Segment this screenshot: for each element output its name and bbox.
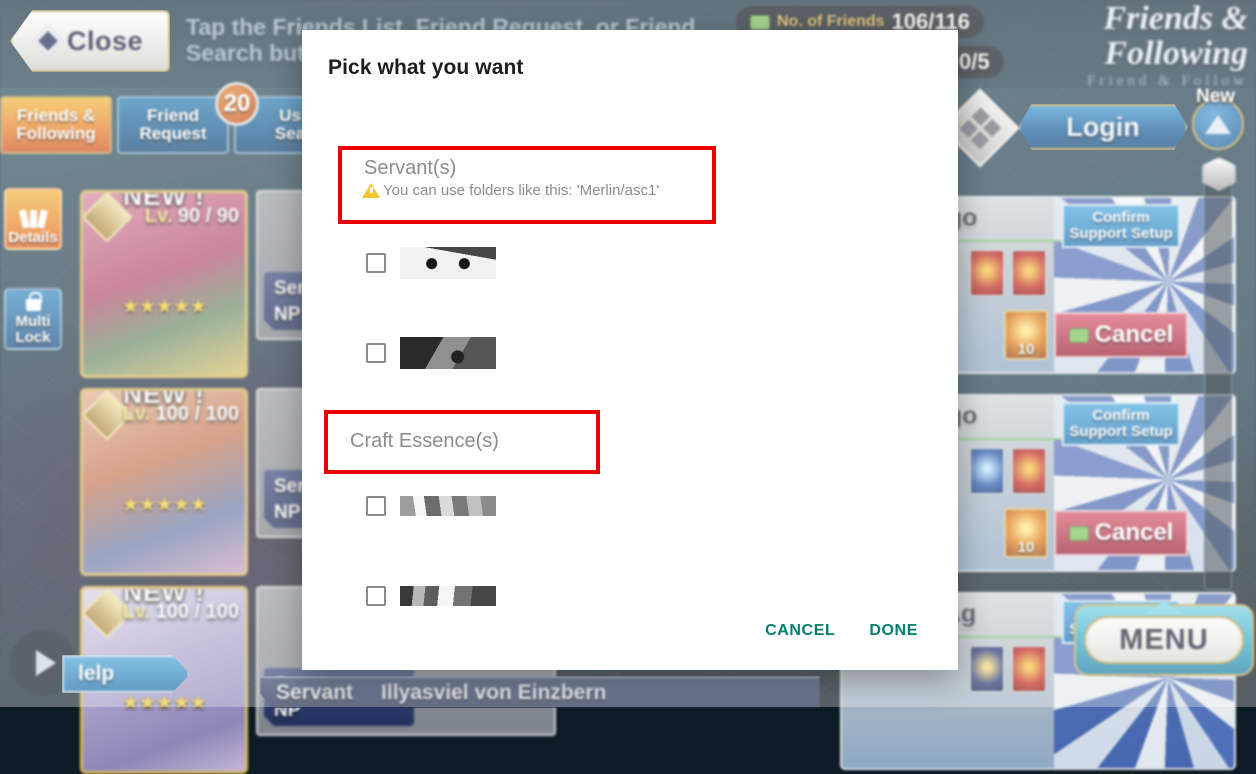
craft-essence-thumbnail: [400, 496, 496, 516]
servant-checkbox[interactable]: [366, 253, 386, 273]
craft-essence-section-label: Craft Essence(s): [328, 414, 596, 454]
servant-section-label: Servant(s): [342, 150, 712, 181]
pick-what-you-want-dialog: Pick what you want Servant(s) You can us…: [302, 30, 958, 670]
dialog-actions: CANCEL DONE: [302, 614, 958, 670]
craft-essence-section-highlight: Craft Essence(s): [324, 410, 600, 474]
servant-checkbox[interactable]: [366, 343, 386, 363]
list-item[interactable]: [366, 247, 496, 279]
craft-essence-thumbnail: [400, 586, 496, 606]
servant-thumbnail: [400, 247, 496, 279]
servant-section-highlight: Servant(s) You can use folders like this…: [338, 146, 716, 224]
list-item[interactable]: [366, 337, 496, 369]
dialog-title: Pick what you want: [328, 56, 958, 80]
cancel-button[interactable]: CANCEL: [759, 614, 841, 648]
craft-essence-checkbox[interactable]: [366, 586, 386, 606]
servant-section-hint-text: You can use folders like this: 'Merlin/a…: [383, 182, 659, 199]
done-button[interactable]: DONE: [863, 614, 924, 648]
dialog-body: Servant(s) You can use folders like this…: [302, 80, 958, 614]
servant-thumbnail: [400, 337, 496, 369]
servant-section-hint: You can use folders like this: 'Merlin/a…: [342, 182, 712, 199]
list-item[interactable]: [366, 496, 496, 516]
warning-triangle-icon: [362, 183, 380, 198]
list-item[interactable]: [366, 586, 496, 606]
craft-essence-checkbox[interactable]: [366, 496, 386, 516]
